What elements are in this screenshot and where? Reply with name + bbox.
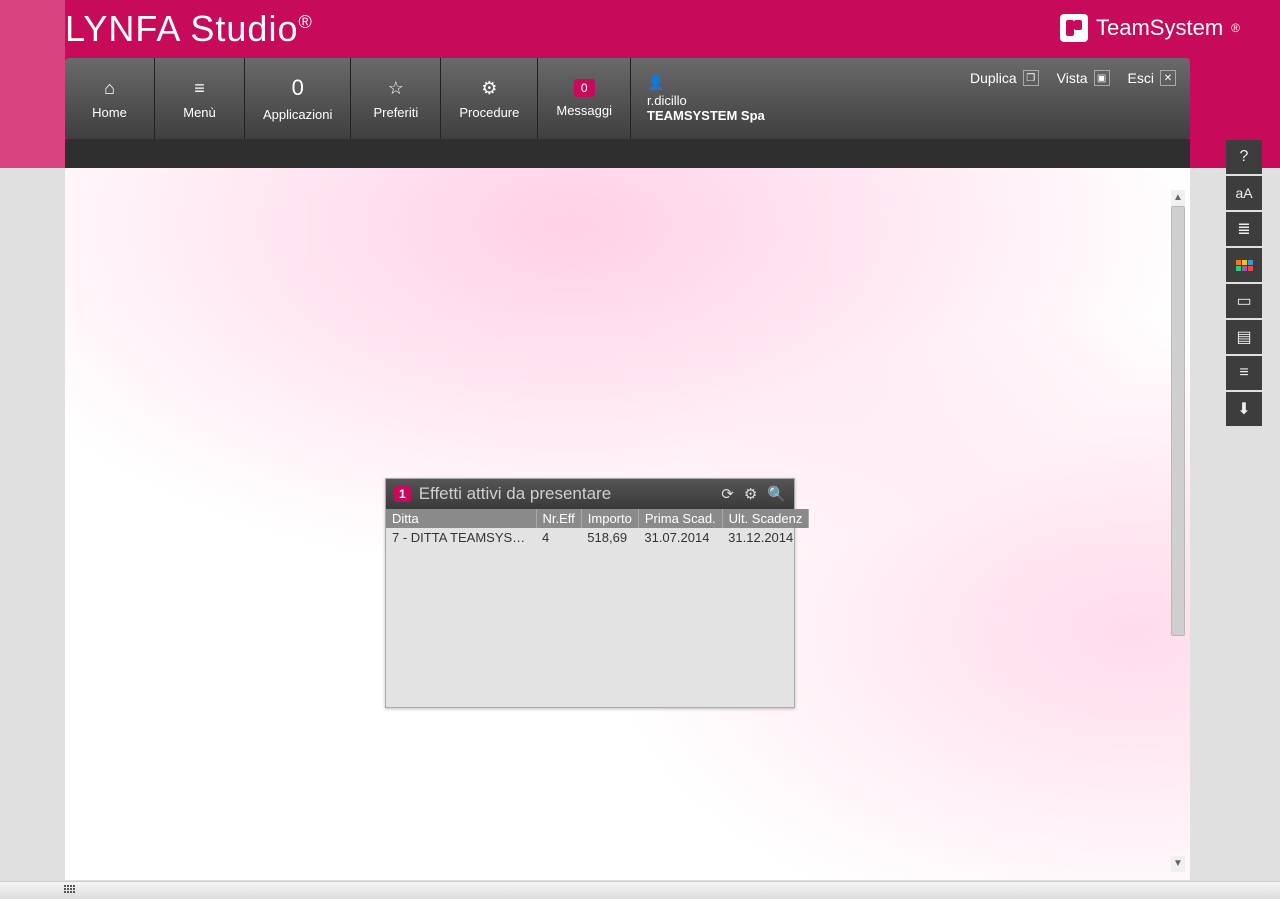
cell-ditta: 7 - DITTA TEAMSYST… (386, 528, 536, 547)
scroll-up-icon[interactable]: ▲ (1171, 190, 1185, 206)
nav-menu[interactable]: ≡ Menù (155, 58, 245, 139)
apps-grid-icon[interactable] (64, 885, 75, 893)
widget-effetti-attivi: 1 Effetti attivi da presentare ⟳ ⚙ 🔍 Dit… (385, 478, 795, 708)
scroll-down-icon[interactable]: ▼ (1171, 856, 1185, 872)
close-icon: ✕ (1160, 70, 1176, 86)
nav-user-company: TEAMSYSTEM Spa (647, 108, 765, 123)
layout-icon: ▭ (1236, 291, 1251, 311)
star-icon: ☆ (388, 77, 404, 99)
app-title-text: LYNFA Studio (65, 8, 298, 49)
col-prima[interactable]: Prima Scad. (638, 509, 722, 528)
nav-applications[interactable]: 0 Applicazioni (245, 58, 351, 139)
navbar: ⌂ Home ≡ Menù 0 Applicazioni ☆ Preferiti… (65, 58, 1190, 139)
col-nreff[interactable]: Nr.Eff (536, 509, 581, 528)
view-icon: ▣ (1094, 70, 1110, 86)
col-ditta[interactable]: Ditta (386, 509, 536, 528)
side-layout2-button[interactable]: ▤ (1226, 320, 1262, 354)
search-icon[interactable]: 🔍 (767, 485, 786, 503)
side-toolbar: ? aA ≣ ▭ ▤ ≡ ⬇ (1226, 140, 1262, 426)
table-row[interactable]: 7 - DITTA TEAMSYST… 4 518,69 31.07.2014 … (386, 528, 809, 547)
nav-user-name: r.dicillo (647, 93, 765, 108)
secondary-bar (65, 139, 1190, 169)
nav-esci-label: Esci (1128, 70, 1154, 86)
side-textsize-button[interactable]: aA (1226, 176, 1262, 210)
gear-icon: ⚙ (481, 77, 497, 99)
col-ult[interactable]: Ult. Scadenz (722, 509, 809, 528)
nav-duplica[interactable]: Duplica ❐ (970, 70, 1039, 86)
nav-messages-label: Messaggi (556, 103, 612, 118)
cell-ult: 31.12.2014 (722, 528, 809, 547)
side-download-button[interactable]: ⬇ (1226, 392, 1262, 426)
menu-icon: ≡ (194, 77, 205, 99)
table-header-row: Ditta Nr.Eff Importo Prima Scad. Ult. Sc… (386, 509, 809, 528)
scroll-thumb[interactable] (1171, 206, 1185, 636)
nav-applications-label: Applicazioni (263, 107, 332, 122)
help-icon: ? (1240, 148, 1249, 166)
col-importo[interactable]: Importo (581, 509, 638, 528)
color-grid-icon (1236, 260, 1253, 271)
textsize-icon: aA (1235, 185, 1252, 201)
nav-home-label: Home (92, 105, 127, 120)
left-gutter (0, 0, 65, 168)
nav-user[interactable]: 👤 r.dicillo TEAMSYSTEM Spa (631, 58, 781, 139)
nav-esci[interactable]: Esci ✕ (1128, 70, 1176, 86)
user-icon: 👤 (647, 74, 765, 91)
settings-icon[interactable]: ⚙ (744, 485, 757, 503)
home-icon: ⌂ (104, 77, 115, 99)
nav-favorites[interactable]: ☆ Preferiti (351, 58, 441, 139)
widget-badge: 1 (394, 486, 411, 502)
widget-title: Effetti attivi da presentare (419, 484, 714, 504)
nav-vista[interactable]: Vista ▣ (1057, 70, 1110, 86)
brand-name: TeamSystem (1096, 15, 1223, 41)
main-canvas: 1 Effetti attivi da presentare ⟳ ⚙ 🔍 Dit… (65, 168, 1190, 880)
nav-menu-label: Menù (183, 105, 216, 120)
cell-prima: 31.07.2014 (638, 528, 722, 547)
side-color-button[interactable] (1226, 248, 1262, 282)
nav-procedures[interactable]: ⚙ Procedure (441, 58, 538, 139)
canvas-scrollbar[interactable]: ▲ ▼ (1172, 172, 1186, 876)
duplicate-icon: ❐ (1023, 70, 1039, 86)
refresh-icon[interactable]: ⟳ (721, 485, 734, 503)
header-content: LYNFA Studio® (65, 0, 1190, 58)
layout2-icon: ▤ (1236, 327, 1251, 347)
brand-area: TeamSystem ® (1060, 14, 1240, 42)
nav-vista-label: Vista (1057, 70, 1088, 86)
widget-header[interactable]: 1 Effetti attivi da presentare ⟳ ⚙ 🔍 (386, 479, 794, 509)
teamsystem-logo-icon (1060, 14, 1088, 42)
align-icon: ≡ (1239, 364, 1248, 382)
nav-applications-count: 0 (292, 75, 304, 101)
nav-messages-badge: 0 (574, 79, 595, 97)
side-align-button[interactable]: ≡ (1226, 356, 1262, 390)
app-title: LYNFA Studio® (65, 8, 313, 50)
nav-duplica-label: Duplica (970, 70, 1017, 86)
side-help-button[interactable]: ? (1226, 140, 1262, 174)
nav-home[interactable]: ⌂ Home (65, 58, 155, 139)
widget-table: Ditta Nr.Eff Importo Prima Scad. Ult. Sc… (386, 509, 809, 547)
app-title-registered: ® (298, 12, 312, 32)
list-icon: ≣ (1237, 219, 1250, 239)
nav-procedures-label: Procedure (459, 105, 519, 120)
bottom-strip (0, 881, 1280, 899)
nav-favorites-label: Preferiti (373, 105, 418, 120)
header-area: LYNFA Studio® TeamSystem® ⌂ Home ≡ Menù … (0, 0, 1280, 168)
side-list-button[interactable]: ≣ (1226, 212, 1262, 246)
cell-nreff: 4 (536, 528, 581, 547)
nav-right: Duplica ❐ Vista ▣ Esci ✕ (956, 58, 1190, 139)
nav-messages[interactable]: 0 Messaggi (538, 58, 631, 139)
cell-importo: 518,69 (581, 528, 638, 547)
download-icon: ⬇ (1237, 399, 1250, 419)
side-layout-button[interactable]: ▭ (1226, 284, 1262, 318)
brand-registered: ® (1231, 21, 1240, 35)
